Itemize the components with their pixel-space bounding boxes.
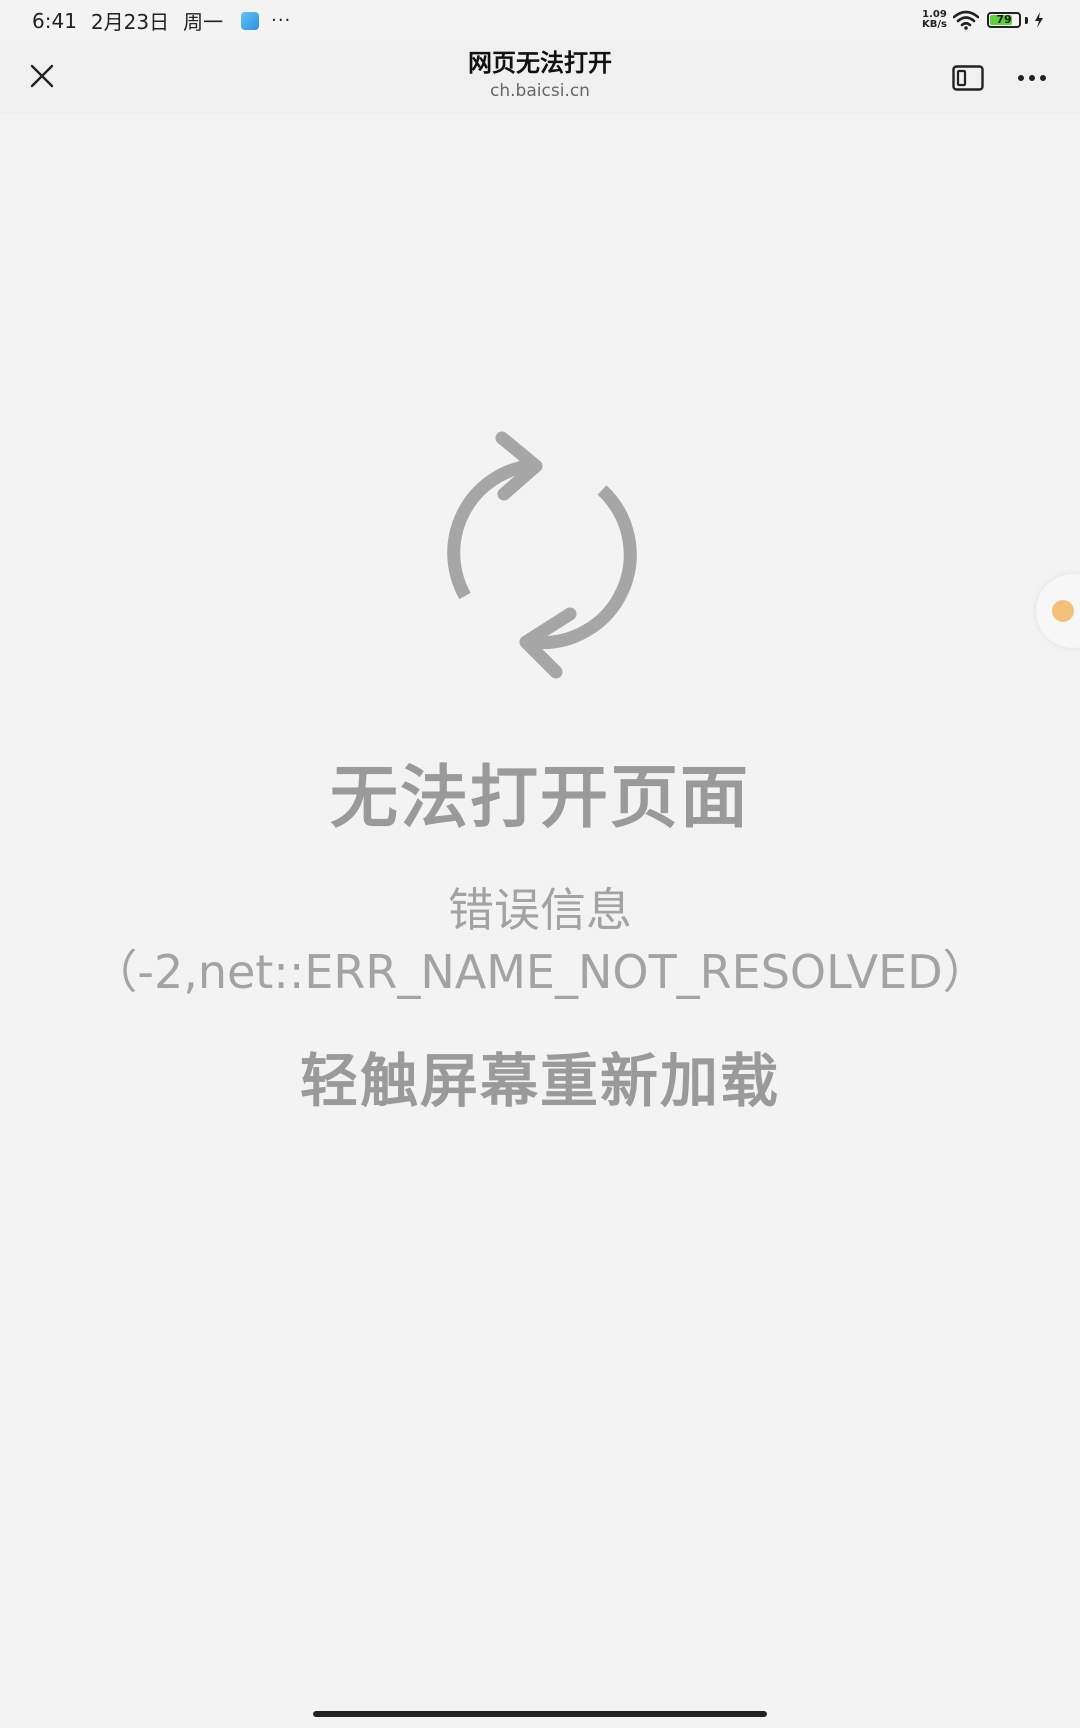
status-right: 1.09 KB/s 79: [922, 10, 1044, 30]
wifi-icon: [953, 10, 979, 30]
status-bar: 6:41 2月23日 周一 ··· 1.09 KB/s 79: [0, 0, 1080, 40]
page-url: ch.baicsi.cn: [490, 81, 590, 101]
battery-icon: 79: [987, 12, 1021, 28]
browser-nav-bar: 网页无法打开 ch.baicsi.cn: [0, 40, 1080, 114]
battery-cap: [1025, 16, 1028, 24]
title-block: 网页无法打开 ch.baicsi.cn: [240, 48, 840, 102]
notification-app-icon: [241, 11, 260, 30]
home-indicator[interactable]: [313, 1711, 767, 1717]
status-left: 6:41 2月23日 周一 ···: [32, 6, 291, 35]
error-reload-area[interactable]: 无法打开页面 错误信息 （-2,net::ERR_NAME_NOT_RESOLV…: [0, 114, 1080, 1694]
more-icon: [1018, 75, 1046, 81]
browser-screen: 6:41 2月23日 周一 ··· 1.09 KB/s 79 网页无法打开 ch…: [0, 0, 1080, 1728]
error-title: 无法打开页面: [329, 759, 750, 838]
more-options-button[interactable]: [1010, 56, 1054, 100]
close-icon: [30, 64, 54, 88]
status-weekday: 周一: [183, 10, 224, 34]
error-code: （-2,net::ERR_NAME_NOT_RESOLVED）: [91, 945, 989, 999]
close-button[interactable]: [20, 54, 64, 98]
floating-assistant-dot: [1052, 600, 1074, 622]
status-date: 2月23日: [90, 10, 170, 34]
error-info-label: 错误信息: [448, 883, 632, 937]
charging-icon: [1035, 12, 1043, 28]
refresh-icon: [447, 431, 637, 679]
battery-level: 79: [996, 13, 1012, 26]
net-speed: 1.09 KB/s: [922, 10, 947, 30]
status-time: 6:41: [32, 8, 77, 33]
window-icon: [952, 65, 984, 91]
floating-assistant-bubble[interactable]: [1036, 574, 1080, 648]
reload-hint: 轻触屏幕重新加载: [299, 1047, 780, 1115]
window-mode-button[interactable]: [946, 56, 990, 100]
page-title: 网页无法打开: [468, 49, 612, 77]
status-more-notifications: ···: [271, 10, 292, 31]
net-speed-unit: KB/s: [922, 19, 947, 30]
